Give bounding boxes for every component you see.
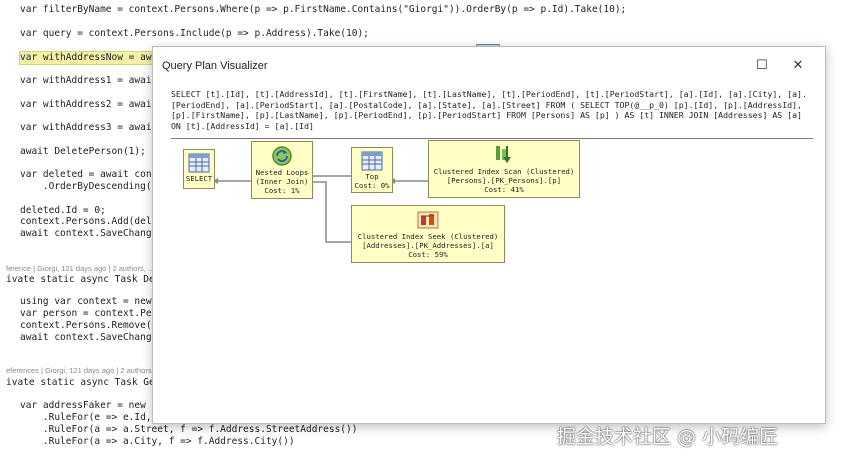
node-label: SELECT xyxy=(185,174,213,183)
method-signature: ivate static async Task Gen xyxy=(6,377,161,388)
plan-node-clustered-index-scan[interactable]: Clustered Index Scan (Clustered) [Person… xyxy=(428,140,580,198)
code-line: var addressFaker = new Fa xyxy=(20,400,163,411)
plan-node-clustered-index-seek[interactable]: Clustered Index Seek (Clustered) [Addres… xyxy=(351,205,505,263)
code-line: var person = context.Perso xyxy=(20,308,169,319)
code-line: await context.SaveChanges xyxy=(20,332,163,343)
node-subtitle: [Addresses].[PK_Addresses].[a] xyxy=(362,241,494,250)
watermark: 掘金技术社区 @ 小码编匠 xyxy=(557,426,779,448)
node-title: Top xyxy=(365,172,379,181)
index-scan-icon xyxy=(496,146,511,163)
node-subtitle: (Inner Join) xyxy=(255,177,309,186)
code-line: var filterByName = context.Persons.Where… xyxy=(20,4,627,15)
code-line: await DeletePerson(1); xyxy=(20,146,146,157)
node-cost: Cost: 59% xyxy=(408,250,448,259)
plan-node-nested-loops[interactable]: Nested Loops (Inner Join) Cost: 1% xyxy=(251,141,313,199)
code-line-highlighted: var withAddressNow = awai xyxy=(19,51,164,65)
code-line: var deleted = await conte xyxy=(20,169,163,180)
node-title: Clustered Index Seek (Clustered) xyxy=(357,232,499,241)
node-title: Clustered Index Scan (Clustered) xyxy=(433,167,575,176)
codelens-info[interactable]: ference | Giorgi, 121 days ago | 2 autho… xyxy=(6,264,154,273)
code-line: .RuleFor(a => a.Street, f => f.Address.S… xyxy=(20,424,358,435)
node-cost: Cost: 41% xyxy=(484,185,524,194)
code-line: var withAddress3 = await xyxy=(20,122,158,133)
code-line: using var context = new T xyxy=(20,296,163,307)
code-line: .OrderByDescending(cu xyxy=(20,181,163,192)
select-table-icon xyxy=(188,153,210,173)
code-line: context.Persons.Add(delet xyxy=(20,216,163,227)
query-plan-dialog: Query Plan Visualizer ☐ ✕ SELECT [t].[Id… xyxy=(152,46,826,424)
node-subtitle: [Persons].[PK_Persons].[p] xyxy=(446,176,562,185)
connector-seek-to-nested xyxy=(313,181,351,243)
codelens-info[interactable]: eferences | Giorgi, 121 days ago | 2 aut… xyxy=(6,366,162,375)
code-line: .RuleFor(e => e.Id, f xyxy=(20,412,163,423)
plan-node-top[interactable]: Top Cost: 0% xyxy=(351,147,393,193)
nested-loops-icon xyxy=(272,146,292,166)
index-seek-icon xyxy=(417,211,439,229)
top-table-icon xyxy=(361,151,383,171)
plan-node-select[interactable]: SELECT xyxy=(183,149,215,189)
code-line: var withAddress1 = await xyxy=(20,75,158,86)
code-line: var withAddress2 = await xyxy=(20,99,158,110)
node-cost: Cost: 1% xyxy=(264,186,300,195)
node-title: Nested Loops xyxy=(255,168,309,177)
code-line: await context.SaveChanges xyxy=(20,228,163,239)
code-line: .RuleFor(a => a.City, f => f.Address.Cit… xyxy=(20,436,295,447)
node-cost: Cost: 0% xyxy=(354,181,390,190)
code-line: var query = context.Persons.Include(p =>… xyxy=(20,28,369,39)
code-line: context.Persons.Remove(pe xyxy=(20,320,163,331)
method-signature: ivate static async Task Del xyxy=(6,274,161,285)
